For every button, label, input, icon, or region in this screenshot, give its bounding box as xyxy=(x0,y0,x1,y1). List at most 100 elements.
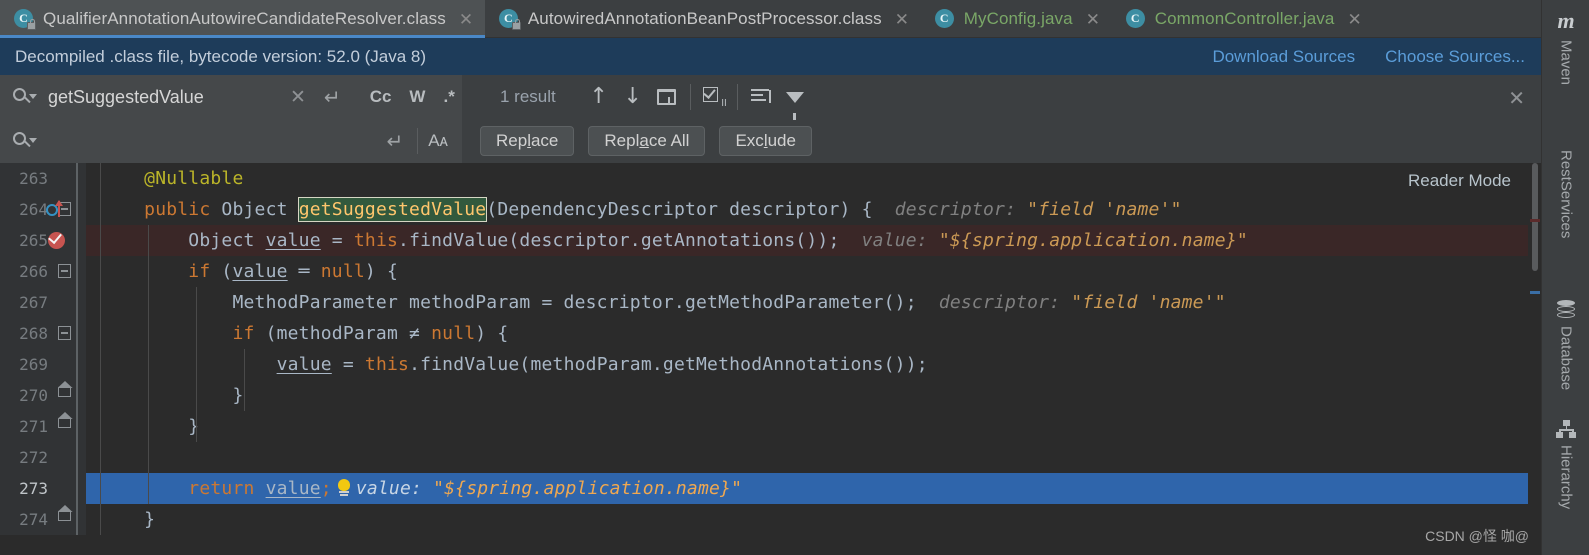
search-history-icon[interactable]: ↵ xyxy=(316,85,349,109)
code-text[interactable]: } xyxy=(86,380,1541,411)
code-line-270[interactable]: 270 } xyxy=(0,380,1541,411)
replace-all-button[interactable]: Repl a ce All xyxy=(588,126,706,156)
editor-tab-bar: C QualifierAnnotationAutowireCandidateRes… xyxy=(0,0,1541,38)
code-token: this xyxy=(353,230,399,251)
find-next-button[interactable]: ↓ xyxy=(616,81,650,113)
close-find-panel-icon[interactable]: ✕ xyxy=(1508,86,1525,111)
gutter[interactable]: 269 xyxy=(0,349,86,380)
code-text[interactable]: value = this .findValue(methodParam.getMe… xyxy=(86,349,1541,380)
code-token: value xyxy=(276,354,332,375)
code-token: } xyxy=(232,385,244,406)
code-text[interactable]: return value; value: "${spring.applicatio… xyxy=(86,473,1541,504)
editor-tab-close-icon[interactable]: ✕ xyxy=(895,11,909,28)
code-line-266[interactable]: 266 if (value ═ null) { xyxy=(0,256,1541,287)
open-in-find-window-icon[interactable] xyxy=(650,81,684,113)
line-number: 270 xyxy=(19,386,48,405)
exclude-button[interactable]: Exc l ude xyxy=(719,126,812,156)
code-line-268[interactable]: 268 if (methodParam ≠ null) { xyxy=(0,318,1541,349)
code-text[interactable] xyxy=(86,442,1541,473)
tool-window-restservices[interactable]: RestServices xyxy=(1542,150,1589,238)
code-line-271[interactable]: 271 } xyxy=(0,411,1541,442)
editor-tab-label: CommonController.java xyxy=(1154,9,1335,28)
gutter[interactable]: 271 xyxy=(0,411,86,442)
intention-bulb-icon[interactable] xyxy=(337,479,351,498)
editor-scrollbar[interactable] xyxy=(1528,163,1541,552)
code-text[interactable]: MethodParameter methodParam = descriptor… xyxy=(86,287,1541,318)
gutter[interactable]: 267 xyxy=(0,287,86,318)
code-text[interactable]: } xyxy=(86,504,1541,535)
code-line-274[interactable]: 274 } xyxy=(0,504,1541,535)
code-editor[interactable]: 263 @Nullable 264 public Object getSugges… xyxy=(0,163,1541,552)
code-token: ( xyxy=(210,261,233,282)
reader-mode-label[interactable]: Reader Mode xyxy=(1408,171,1511,191)
find-previous-button[interactable]: ↑ xyxy=(582,81,616,113)
replace-field-wrapper[interactable]: ↵ Aᴀ xyxy=(0,119,462,163)
fold-collapse-icon[interactable] xyxy=(58,326,71,340)
gutter[interactable]: 268 xyxy=(0,318,86,349)
editor-tab-0[interactable]: C QualifierAnnotationAutowireCandidateRes… xyxy=(0,0,485,38)
editor-tab-close-icon[interactable]: ✕ xyxy=(459,11,473,28)
code-text[interactable]: Object value = this .findValue(descriptor… xyxy=(86,225,1541,256)
replace-input[interactable] xyxy=(40,130,379,152)
code-line-267[interactable]: 267 MethodParameter methodParam = descri… xyxy=(0,287,1541,318)
choose-sources-link[interactable]: Choose Sources... xyxy=(1385,47,1525,67)
fold-collapse-icon[interactable] xyxy=(58,264,71,278)
code-token: return xyxy=(188,478,255,499)
editor-tab-close-icon[interactable]: ✕ xyxy=(1347,11,1361,28)
regex-toggle[interactable]: .* xyxy=(434,85,463,109)
editor-tab-close-icon[interactable]: ✕ xyxy=(1086,11,1100,28)
code-line-265[interactable]: 265 Object value = this .findValue(descri… xyxy=(0,225,1541,256)
code-text[interactable]: } xyxy=(86,411,1541,442)
gutter[interactable]: 266 xyxy=(0,256,86,287)
download-sources-link[interactable]: Download Sources xyxy=(1212,47,1355,67)
gutter[interactable]: 274 xyxy=(0,504,86,535)
gutter[interactable]: 270 xyxy=(0,380,86,411)
code-text[interactable]: public Object getSuggestedValue (Dependen… xyxy=(86,194,1541,225)
code-line-272[interactable]: 272 xyxy=(0,442,1541,473)
implementing-method-icon[interactable] xyxy=(46,200,68,220)
code-line-263[interactable]: 263 @Nullable xyxy=(0,163,1541,194)
match-case-toggle[interactable]: Cc xyxy=(361,85,401,109)
tool-window-maven[interactable]: m Maven xyxy=(1542,8,1589,85)
whole-words-toggle[interactable]: W xyxy=(400,85,434,109)
gutter[interactable]: 264 xyxy=(0,194,86,225)
gutter[interactable]: 265 xyxy=(0,225,86,256)
code-token: } xyxy=(144,509,156,530)
gutter[interactable]: 273 xyxy=(0,473,86,504)
clear-search-icon[interactable]: ✕ xyxy=(280,86,316,109)
gutter[interactable]: 263 xyxy=(0,163,86,194)
scrollbar-thumb[interactable] xyxy=(1532,163,1538,271)
code-line-273[interactable]: 273 return value; value: "${spring.applic… xyxy=(0,473,1541,504)
editor-tab-1[interactable]: C AutowiredAnnotationBeanPostProcessor.cl… xyxy=(485,0,921,38)
code-text[interactable]: if (methodParam ≠ null) { xyxy=(86,318,1541,349)
inline-debug-hint: descriptor: xyxy=(872,199,1028,220)
replace-button-group: Rep l ace Repl a ce All Exc l ude xyxy=(480,126,826,156)
find-in-selection-icon[interactable] xyxy=(744,81,778,113)
editor-tab-2[interactable]: C MyConfig.java ✕ xyxy=(921,0,1112,38)
preserve-case-icon[interactable]: Aᴀ xyxy=(424,131,452,151)
code-text[interactable]: if (value ═ null) { xyxy=(86,256,1541,287)
tool-window-database[interactable]: Database xyxy=(1542,300,1589,390)
find-field-wrapper[interactable]: ✕ ↵ Cc W .* xyxy=(0,75,462,119)
tool-window-hierarchy[interactable]: Hierarchy xyxy=(1542,420,1589,509)
code-line-269[interactable]: 269 value = this .findValue(methodParam.g… xyxy=(0,349,1541,380)
replace-button[interactable]: Rep l ace xyxy=(480,126,575,156)
code-token: if xyxy=(232,323,255,344)
select-all-occurrences-icon[interactable]: II xyxy=(697,81,731,113)
code-line-264[interactable]: 264 public Object getSuggestedValue (Depe… xyxy=(0,194,1541,225)
line-number: 268 xyxy=(19,324,48,343)
replace-history-icon[interactable]: ↵ xyxy=(378,129,411,153)
editor-tab-3[interactable]: C CommonController.java ✕ xyxy=(1112,0,1374,38)
code-token: null xyxy=(320,261,365,282)
breakpoint-icon[interactable] xyxy=(48,232,65,249)
code-text[interactable]: @Nullable xyxy=(86,163,1541,194)
replace-row: ↵ Aᴀ Rep l ace Repl a ce All Exc l ude xyxy=(0,119,1541,163)
search-input[interactable] xyxy=(40,86,280,108)
filter-icon[interactable] xyxy=(778,81,812,120)
gutter[interactable]: 272 xyxy=(0,442,86,473)
